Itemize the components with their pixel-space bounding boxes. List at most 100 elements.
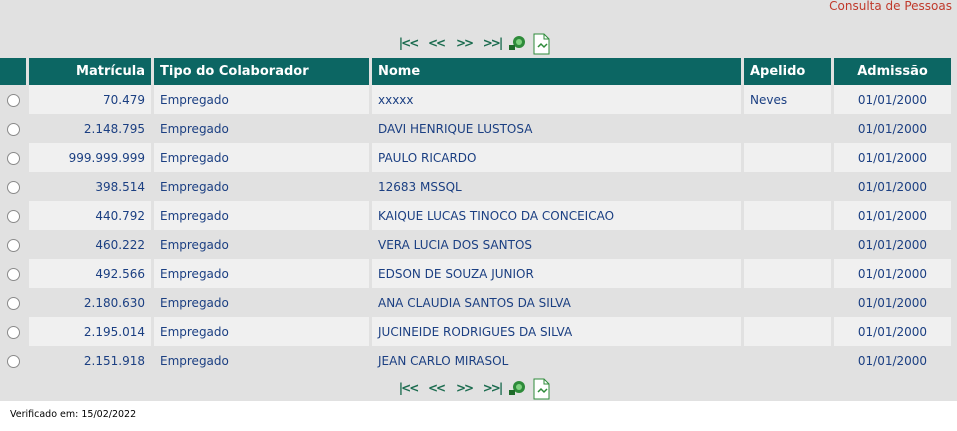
row-select-cell xyxy=(0,85,26,114)
select-column-header xyxy=(0,58,26,85)
cell-apelido xyxy=(744,172,831,201)
cell-nome[interactable]: DAVI HENRIQUE LUSTOSA xyxy=(372,114,741,143)
cell-nome[interactable]: JUCINEIDE RODRIGUES DA SILVA xyxy=(372,317,741,346)
first-page-button[interactable]: |<< xyxy=(395,33,421,53)
cell-apelido xyxy=(744,317,831,346)
cell-nome[interactable]: xxxxx xyxy=(372,85,741,114)
first-page-button[interactable]: |<< xyxy=(395,378,421,398)
cell-nome[interactable]: KAIQUE LUCAS TINOCO DA CONCEICAO xyxy=(372,201,741,230)
cell-apelido xyxy=(744,143,831,172)
page-title: Consulta de Pessoas xyxy=(829,0,952,13)
table-row[interactable]: 2.180.630 Empregado ANA CLAUDIA SANTOS DA … xyxy=(0,288,951,317)
row-select-cell xyxy=(0,114,26,143)
cell-nome[interactable]: PAULO RICARDO xyxy=(372,143,741,172)
cell-admissao: 01/01/2000 xyxy=(834,317,951,346)
row-select-cell xyxy=(0,143,26,172)
row-radio[interactable] xyxy=(6,267,20,281)
next-page-button[interactable]: >> xyxy=(451,378,477,398)
row-radio[interactable] xyxy=(6,354,20,368)
cell-apelido xyxy=(744,288,831,317)
pager-top: |<< << >> >>| xyxy=(395,31,560,55)
cell-tipo: Empregado xyxy=(154,143,369,172)
cell-matricula: 398.514 xyxy=(29,172,151,201)
column-header-admissao[interactable]: Admissão xyxy=(834,58,951,85)
row-radio[interactable] xyxy=(6,151,20,165)
last-page-button[interactable]: >>| xyxy=(479,33,505,53)
cell-tipo: Empregado xyxy=(154,172,369,201)
cell-tipo: Empregado xyxy=(154,288,369,317)
row-select-cell xyxy=(0,288,26,317)
cell-tipo: Empregado xyxy=(154,346,369,375)
column-header-matricula[interactable]: Matrícula xyxy=(29,58,151,85)
table-row[interactable]: 70.479 Empregado xxxxx Neves 01/01/2000 xyxy=(0,85,951,114)
row-select-cell xyxy=(0,259,26,288)
row-select-cell xyxy=(0,317,26,346)
prev-page-button[interactable]: << xyxy=(423,33,449,53)
cell-matricula: 440.792 xyxy=(29,201,151,230)
cell-nome[interactable]: ANA CLAUDIA SANTOS DA SILVA xyxy=(372,288,741,317)
row-select-cell xyxy=(0,346,26,375)
column-header-nome[interactable]: Nome xyxy=(372,58,741,85)
cell-matricula: 2.151.918 xyxy=(29,346,151,375)
cell-tipo: Empregado xyxy=(154,85,369,114)
cell-nome[interactable]: VERA LUCIA DOS SANTOS xyxy=(372,230,741,259)
table-row[interactable]: 398.514 Empregado 12683 MSSQL 01/01/2000 xyxy=(0,172,951,201)
row-radio[interactable] xyxy=(6,93,20,107)
export-sheet-icon[interactable] xyxy=(531,378,553,400)
table-row[interactable]: 2.151.918 Empregado JEAN CARLO MIRASOL 01/0… xyxy=(0,346,951,375)
verified-date: Verificado em: 15/02/2022 xyxy=(10,409,137,420)
people-table: Matrícula Tipo do Colaborador Nome Apeli… xyxy=(0,58,954,375)
cell-admissao: 01/01/2000 xyxy=(834,346,951,375)
last-page-button[interactable]: >>| xyxy=(479,378,505,398)
cell-admissao: 01/01/2000 xyxy=(834,172,951,201)
cell-matricula: 70.479 xyxy=(29,85,151,114)
cell-apelido xyxy=(744,201,831,230)
cell-apelido xyxy=(744,114,831,143)
row-select-cell xyxy=(0,201,26,230)
prev-page-button[interactable]: << xyxy=(423,378,449,398)
row-radio[interactable] xyxy=(6,122,20,136)
table-row[interactable]: 492.566 Empregado EDSON DE SOUZA JUNIOR 01/… xyxy=(0,259,951,288)
cell-matricula: 2.148.795 xyxy=(29,114,151,143)
results-panel: Consulta de Pessoas |<< << >> >>| Matríc… xyxy=(0,0,957,401)
row-radio[interactable] xyxy=(6,325,20,339)
table-row[interactable]: 2.148.795 Empregado DAVI HENRIQUE LUSTOSA 0… xyxy=(0,114,951,143)
row-radio[interactable] xyxy=(6,238,20,252)
cell-matricula: 2.195.014 xyxy=(29,317,151,346)
cell-admissao: 01/01/2000 xyxy=(834,114,951,143)
cell-apelido xyxy=(744,230,831,259)
cell-apelido xyxy=(744,346,831,375)
search-icon[interactable] xyxy=(507,378,529,398)
row-select-cell xyxy=(0,230,26,259)
cell-tipo: Empregado xyxy=(154,201,369,230)
cell-tipo: Empregado xyxy=(154,259,369,288)
column-header-tipo[interactable]: Tipo do Colaborador xyxy=(154,58,369,85)
cell-apelido: Neves xyxy=(744,85,831,114)
row-radio[interactable] xyxy=(6,296,20,310)
cell-nome[interactable]: 12683 MSSQL xyxy=(372,172,741,201)
table-row[interactable]: 2.195.014 Empregado JUCINEIDE RODRIGUES DA… xyxy=(0,317,951,346)
cell-matricula: 460.222 xyxy=(29,230,151,259)
table-row[interactable]: 440.792 Empregado KAIQUE LUCAS TINOCO DA C… xyxy=(0,201,951,230)
row-radio[interactable] xyxy=(6,209,20,223)
cell-admissao: 01/01/2000 xyxy=(834,143,951,172)
cell-apelido xyxy=(744,259,831,288)
table-row[interactable]: 999.999.999 Empregado PAULO RICARDO 01/01/2… xyxy=(0,143,951,172)
cell-nome[interactable]: JEAN CARLO MIRASOL xyxy=(372,346,741,375)
cell-matricula: 2.180.630 xyxy=(29,288,151,317)
cell-admissao: 01/01/2000 xyxy=(834,288,951,317)
export-sheet-icon[interactable] xyxy=(531,33,553,55)
row-radio[interactable] xyxy=(6,180,20,194)
cell-tipo: Empregado xyxy=(154,114,369,143)
table-row[interactable]: 460.222 Empregado VERA LUCIA DOS SANTOS 01/… xyxy=(0,230,951,259)
search-icon[interactable] xyxy=(507,33,529,53)
cell-nome[interactable]: EDSON DE SOUZA JUNIOR xyxy=(372,259,741,288)
cell-admissao: 01/01/2000 xyxy=(834,85,951,114)
next-page-button[interactable]: >> xyxy=(451,33,477,53)
pager-bottom: |<< << >> >>| xyxy=(395,376,560,400)
table-header-row: Matrícula Tipo do Colaborador Nome Apeli… xyxy=(0,58,951,85)
column-header-apelido[interactable]: Apelido xyxy=(744,58,831,85)
row-select-cell xyxy=(0,172,26,201)
cell-tipo: Empregado xyxy=(154,230,369,259)
cell-tipo: Empregado xyxy=(154,317,369,346)
